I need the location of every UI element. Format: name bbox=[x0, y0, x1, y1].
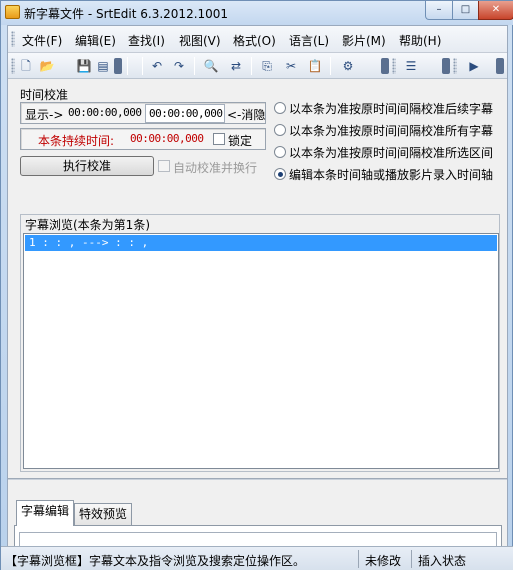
duration-label: 本条持续时间: bbox=[38, 134, 115, 148]
title-bar[interactable]: 新字幕文件 - SrtEdit 6.3.2012.1001 – □ ✕ bbox=[1, 1, 513, 25]
replace-icon[interactable]: ⇄ bbox=[227, 57, 245, 75]
app-window: 新字幕文件 - SrtEdit 6.3.2012.1001 – □ ✕ 文件(F… bbox=[0, 0, 513, 570]
toolbar: 🗋 📂 💾 ▤ ↶ ↷ 🔍 ⇄ ⎘ ✂ 📋 ⚙ ☰ ▶ bbox=[8, 53, 507, 79]
settings-icon[interactable]: ⚙ bbox=[339, 57, 357, 75]
subtitle-list[interactable]: 1 : : , ---> : : , bbox=[23, 233, 499, 469]
list-item[interactable]: 1 : : , ---> : : , bbox=[25, 235, 497, 251]
execute-calibration-button[interactable]: 执行校准 bbox=[20, 156, 154, 176]
status-hint: 【字幕浏览框】字幕文本及指令浏览及搜索定位操作区。 bbox=[5, 554, 306, 568]
lock-label: 锁定 bbox=[228, 134, 253, 148]
close-button[interactable]: ✕ bbox=[478, 1, 513, 20]
menu-help[interactable]: 帮助(H) bbox=[399, 32, 441, 49]
minimize-button[interactable]: – bbox=[425, 1, 453, 20]
toolbar-dropdown-4[interactable] bbox=[496, 58, 504, 74]
undo-icon[interactable]: ↶ bbox=[148, 57, 166, 75]
status-bar: 【字幕浏览框】字幕文本及指令浏览及搜索定位操作区。 未修改 插入状态 bbox=[1, 546, 513, 570]
calibration-panel: 时间校准 显示-> 00:00:00,000 00:00:00,000 <-消隐… bbox=[8, 80, 507, 205]
hide-label: <-消隐 bbox=[227, 108, 266, 122]
duration-row: 本条持续时间: 00:00:00,000 锁定 bbox=[20, 128, 266, 150]
menubar-grip-icon[interactable] bbox=[11, 31, 15, 47]
copy-icon[interactable]: ⎘ bbox=[258, 57, 276, 75]
play-icon[interactable]: ▶ bbox=[465, 57, 483, 75]
toolbar-separator bbox=[330, 57, 331, 75]
radio-option-3-label: 以本条为准按原时间间隔校准所选区间 bbox=[289, 146, 494, 160]
status-separator bbox=[411, 550, 412, 568]
radio-option-4-label: 编辑本条时间轴或播放影片录入时间轴 bbox=[289, 168, 494, 182]
radio-option-2[interactable] bbox=[274, 124, 286, 136]
find-icon[interactable]: 🔍 bbox=[202, 57, 220, 75]
lock-checkbox[interactable] bbox=[213, 133, 225, 145]
toolbar-grip-icon[interactable] bbox=[11, 58, 15, 74]
toolbar-grip-icon[interactable] bbox=[453, 58, 457, 74]
new-file-icon[interactable]: 🗋 bbox=[17, 57, 35, 75]
display-row: 显示-> 00:00:00,000 00:00:00,000 <-消隐 bbox=[20, 102, 266, 124]
radio-option-1[interactable] bbox=[274, 102, 286, 114]
cut-icon[interactable]: ✂ bbox=[282, 57, 300, 75]
menu-format[interactable]: 格式(O) bbox=[233, 32, 276, 49]
status-modified: 未修改 bbox=[365, 554, 402, 568]
end-time-field[interactable]: 00:00:00,000 bbox=[145, 104, 225, 123]
duration-field[interactable]: 00:00:00,000 bbox=[127, 130, 207, 149]
menu-language[interactable]: 语言(L) bbox=[289, 32, 329, 49]
toolbar-grip-icon[interactable] bbox=[392, 58, 396, 74]
browse-section-label: 字幕浏览(本条为第1条) bbox=[25, 218, 150, 232]
client-area: 文件(F) 编辑(E) 查找(I) 视图(V) 格式(O) 语言(L) 影片(M… bbox=[7, 25, 508, 565]
menu-edit[interactable]: 编辑(E) bbox=[75, 32, 116, 49]
tab-effect-preview[interactable]: 特效预览 bbox=[74, 503, 132, 525]
toolbar-separator bbox=[127, 57, 128, 75]
radio-option-4[interactable] bbox=[274, 168, 286, 180]
toolbar-dropdown-1[interactable] bbox=[114, 58, 122, 74]
menu-movie[interactable]: 影片(M) bbox=[342, 32, 386, 49]
tab-subtitle-edit[interactable]: 字幕编辑 bbox=[16, 500, 74, 526]
radio-option-3[interactable] bbox=[274, 146, 286, 158]
radio-option-1-label: 以本条为准按原时间间隔校准后续字幕 bbox=[289, 102, 494, 116]
display-label: 显示-> bbox=[25, 108, 64, 122]
print-icon[interactable]: ▤ bbox=[94, 57, 112, 75]
radio-option-2-label: 以本条为准按原时间间隔校准所有字幕 bbox=[289, 124, 494, 138]
app-icon bbox=[5, 5, 20, 19]
redo-icon[interactable]: ↷ bbox=[170, 57, 188, 75]
calibration-section-label: 时间校准 bbox=[20, 88, 69, 102]
status-mode: 插入状态 bbox=[418, 554, 467, 568]
maximize-button[interactable]: □ bbox=[452, 1, 479, 20]
status-separator bbox=[358, 550, 359, 568]
window-title: 新字幕文件 - SrtEdit 6.3.2012.1001 bbox=[24, 7, 229, 21]
toolbar-separator bbox=[251, 57, 252, 75]
toolbar-dropdown-2[interactable] bbox=[381, 58, 389, 74]
menu-view[interactable]: 视图(V) bbox=[179, 32, 221, 49]
menu-find[interactable]: 查找(I) bbox=[128, 32, 165, 49]
toolbar-dropdown-3[interactable] bbox=[442, 58, 450, 74]
toolbar-separator bbox=[142, 57, 143, 75]
paste-icon[interactable]: 📋 bbox=[306, 57, 324, 75]
splitter[interactable] bbox=[8, 478, 507, 480]
open-folder-icon[interactable]: 📂 bbox=[38, 57, 56, 75]
save-icon[interactable]: 💾 bbox=[75, 57, 93, 75]
browse-group: 字幕浏览(本条为第1条) 1 : : , ---> : : , bbox=[20, 214, 500, 472]
auto-wrap-checkbox[interactable] bbox=[158, 160, 170, 172]
menu-bar: 文件(F) 编辑(E) 查找(I) 视图(V) 格式(O) 语言(L) 影片(M… bbox=[8, 26, 507, 53]
start-time-field[interactable]: 00:00:00,000 bbox=[65, 104, 143, 123]
auto-wrap-label: 自动校准并换行 bbox=[173, 161, 258, 175]
list-icon[interactable]: ☰ bbox=[402, 57, 420, 75]
toolbar-separator bbox=[194, 57, 195, 75]
menu-file[interactable]: 文件(F) bbox=[22, 32, 62, 49]
